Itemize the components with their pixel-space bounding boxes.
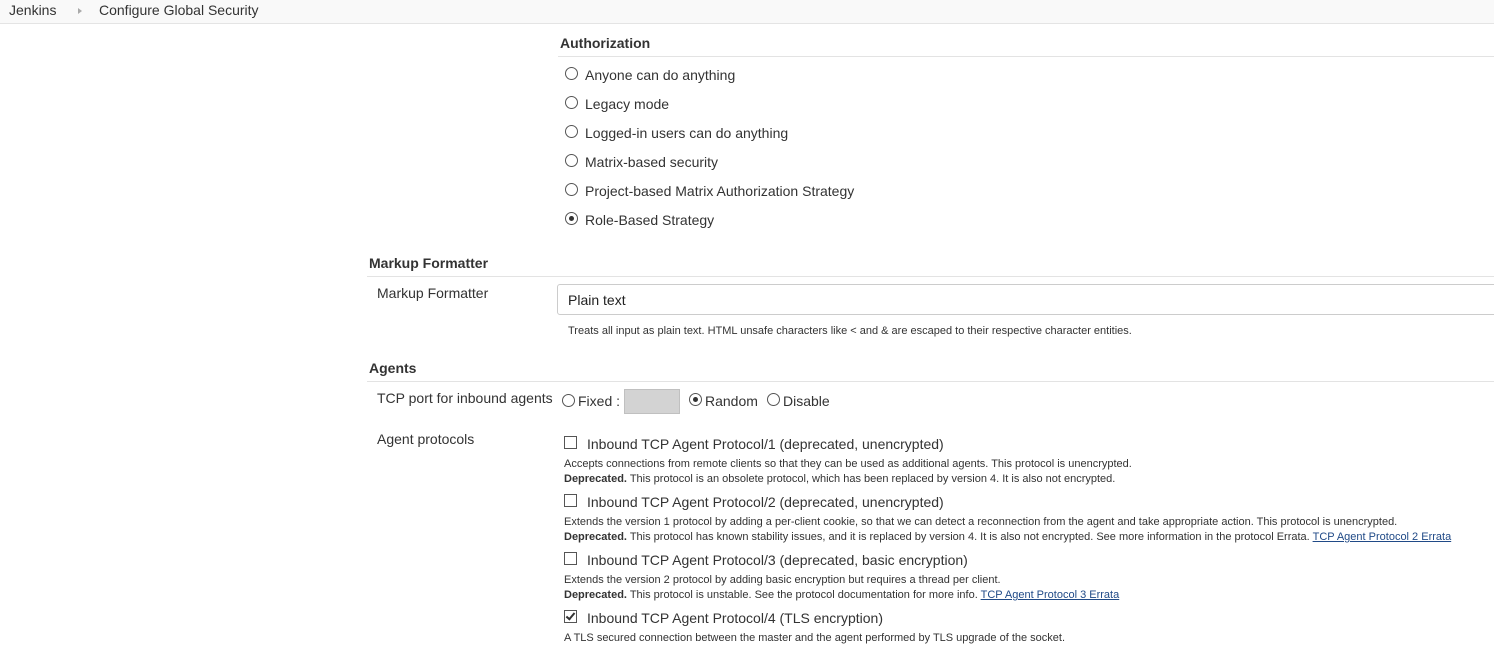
auth-option-label: Logged-in users can do anything — [585, 125, 789, 141]
radio-button[interactable] — [565, 96, 578, 109]
tcp-port-label: TCP port for inbound agents — [377, 390, 553, 406]
deprecated-text: This protocol has known stability issues… — [626, 531, 1313, 543]
deprecated-label: Deprecated. — [564, 473, 627, 485]
agents-divider — [367, 381, 1494, 382]
markup-help-text: Treats all input as plain text. HTML uns… — [568, 325, 1132, 337]
radio-button-selected[interactable] — [565, 212, 578, 225]
protocol-3-desc: Extends the version 2 protocol by adding… — [564, 574, 1001, 586]
markup-divider — [367, 276, 1494, 277]
protocol-2-errata-link[interactable]: TCP Agent Protocol 2 Errata — [1313, 531, 1452, 543]
auth-option-label: Legacy mode — [585, 96, 670, 112]
radio-button[interactable] — [565, 125, 578, 138]
protocol-3-label: Inbound TCP Agent Protocol/3 (deprecated… — [587, 552, 968, 568]
markup-formatter-select[interactable]: Plain text — [557, 284, 1494, 315]
auth-option-label: Matrix-based security — [585, 154, 719, 170]
tcp-disable-label: Disable — [783, 393, 830, 409]
breadcrumb-chevron-icon — [78, 8, 82, 14]
protocol-3-checkbox[interactable] — [564, 552, 577, 565]
protocol-4-desc: A TLS secured connection between the mas… — [564, 632, 1066, 644]
tcp-random-label: Random — [705, 393, 758, 409]
tcp-fixed-radio[interactable] — [562, 394, 575, 407]
radio-button[interactable] — [565, 67, 578, 80]
protocol-1-label: Inbound TCP Agent Protocol/1 (deprecated… — [587, 436, 944, 452]
tcp-random-radio[interactable] — [689, 393, 702, 406]
agents-section-title: Agents — [369, 360, 417, 376]
protocol-3-errata-link[interactable]: TCP Agent Protocol 3 Errata — [981, 589, 1120, 601]
markup-field-label: Markup Formatter — [377, 285, 489, 301]
protocol-2-desc: Extends the version 1 protocol by adding… — [564, 516, 1398, 528]
deprecated-label: Deprecated. — [564, 589, 627, 601]
protocol-1-desc: Accepts connections from remote clients … — [564, 458, 1132, 470]
radio-button[interactable] — [565, 154, 578, 167]
breadcrumb: Jenkins Configure Global Security — [0, 0, 1494, 24]
protocol-4-label: Inbound TCP Agent Protocol/4 (TLS encryp… — [587, 610, 883, 626]
deprecated-label: Deprecated. — [564, 531, 627, 543]
auth-option-label: Role-Based Strategy — [585, 212, 715, 228]
protocol-2-checkbox[interactable] — [564, 494, 577, 507]
protocol-1-checkbox[interactable] — [564, 436, 577, 449]
radio-button[interactable] — [565, 183, 578, 196]
tcp-port-input[interactable] — [624, 389, 680, 414]
protocol-2-deprecated-note: Deprecated. This protocol has known stab… — [564, 531, 1451, 543]
breadcrumb-jenkins-link[interactable]: Jenkins — [9, 2, 56, 18]
tcp-fixed-label: Fixed : — [578, 393, 621, 409]
markup-selected-value: Plain text — [568, 292, 626, 308]
deprecated-text: This protocol is unstable. See the proto… — [626, 589, 981, 601]
protocol-3-deprecated-note: Deprecated. This protocol is unstable. S… — [564, 589, 1119, 601]
protocol-4-checkbox-checked[interactable] — [564, 610, 577, 623]
breadcrumb-configure-global-security[interactable]: Configure Global Security — [99, 2, 259, 18]
authorization-divider — [558, 56, 1494, 57]
auth-option-label: Anyone can do anything — [585, 67, 736, 83]
authorization-section-title: Authorization — [560, 35, 651, 51]
auth-option-label: Project-based Matrix Authorization Strat… — [585, 183, 855, 199]
agent-protocols-label: Agent protocols — [377, 431, 475, 447]
protocol-2-label: Inbound TCP Agent Protocol/2 (deprecated… — [587, 494, 944, 510]
deprecated-text: This protocol is an obsolete protocol, w… — [626, 473, 1116, 485]
tcp-disable-radio[interactable] — [767, 393, 780, 406]
protocol-1-deprecated-note: Deprecated. This protocol is an obsolete… — [564, 473, 1115, 485]
markup-section-title: Markup Formatter — [369, 255, 489, 271]
